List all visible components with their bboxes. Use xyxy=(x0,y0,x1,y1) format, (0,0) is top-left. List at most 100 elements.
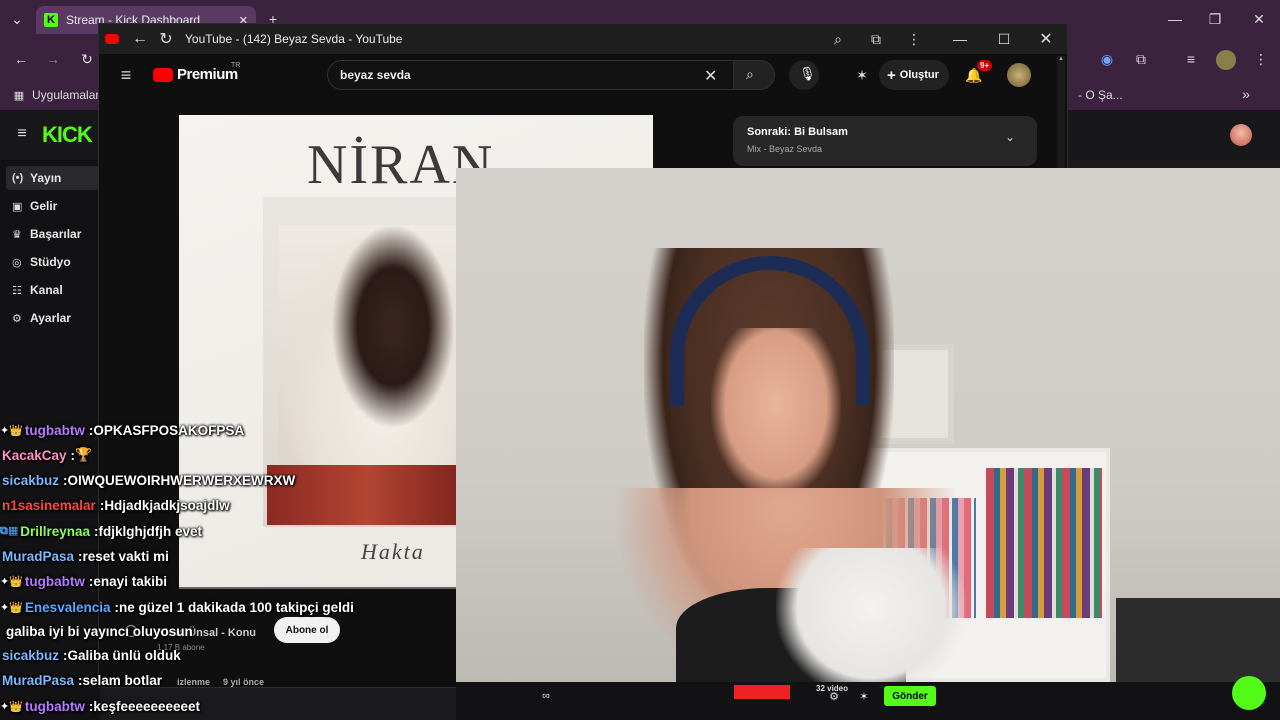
yt-search-button[interactable]: ⌕ xyxy=(733,60,775,90)
chat-message: KacakCay : 🏆 xyxy=(0,443,92,467)
kick-logo[interactable]: KICK xyxy=(42,122,93,148)
sidebar-item-gelir[interactable]: ▣ Gelir xyxy=(6,194,100,218)
forward-icon[interactable]: → xyxy=(44,50,62,68)
chat-badges: ⧉▦ xyxy=(0,525,19,537)
emote-icon[interactable]: ✶ xyxy=(856,688,872,704)
menu-kebab-icon[interactable]: ⋮ xyxy=(1252,50,1270,68)
chat-settings-icon[interactable]: ⚙ xyxy=(826,688,842,704)
sidebar-item-label: Başarılar xyxy=(30,227,82,241)
chat-username[interactable]: tugbabtw xyxy=(25,699,85,714)
sidebar-item-studyo[interactable]: ◎ Stüdyo xyxy=(6,250,100,274)
settings-gear-icon: ⚙ xyxy=(12,312,22,325)
more-bookmarks-icon[interactable]: » xyxy=(1238,86,1254,102)
yt-search-input[interactable]: beyaz sevda ✕ xyxy=(327,60,773,90)
extension-audio-icon[interactable]: ◉ xyxy=(1098,50,1116,68)
reload-icon[interactable]: ↻ xyxy=(78,50,96,68)
search-icon: ⌕ xyxy=(746,66,754,82)
yt-hamburger-icon[interactable]: ≡ xyxy=(117,65,135,85)
chat-username[interactable]: sicakbuz xyxy=(2,473,59,488)
chat-overlay: ✦👑 tugbabtw : OPKASFPOSAKOFPSA KacakCay :… xyxy=(0,418,460,720)
chat-message: ⧉▦ Drillreynaa : fdjklghjdfjh evet xyxy=(0,519,202,543)
studio-icon: ◎ xyxy=(12,256,22,269)
restore-icon[interactable]: ❐ xyxy=(1206,10,1224,28)
yt-sparkle-icon[interactable]: ✶ xyxy=(853,66,871,84)
region-code: TR xyxy=(231,62,241,69)
yt-minimize-icon[interactable]: — xyxy=(951,30,969,48)
back-icon[interactable]: ← xyxy=(12,50,30,68)
profile-avatar[interactable] xyxy=(1216,50,1236,70)
send-chat-button[interactable]: Gönder xyxy=(884,686,936,706)
hamburger-menu-icon[interactable]: ≡ xyxy=(14,125,30,142)
chat-text: OIWQUEWOIRHWERWERXEWRXW xyxy=(67,472,296,488)
create-button[interactable]: + Oluştur xyxy=(879,60,949,90)
chat-text: keşfeeeeeeeeeet xyxy=(93,698,201,714)
media-control-icon[interactable]: ≡ xyxy=(1182,50,1200,68)
chat-username[interactable]: tugbabtw xyxy=(25,423,85,438)
sidebar-item-ayarlar[interactable]: ⚙ Ayarlar xyxy=(6,306,100,330)
channel-icon: ☷ xyxy=(12,284,22,297)
youtube-logo-icon[interactable] xyxy=(153,68,173,82)
search-value: beyaz sevda xyxy=(340,68,411,82)
sidebar-item-kanal[interactable]: ☷ Kanal xyxy=(6,278,100,302)
chat-message: sicakbuz : Galiba ünlü olduk xyxy=(0,643,181,667)
yt-extensions-icon[interactable]: ⧉ xyxy=(867,30,885,48)
yt-back-icon[interactable]: ← xyxy=(131,30,149,48)
extensions-icon[interactable]: ⧉ xyxy=(1132,50,1150,68)
kick-bottom-bar: ∞ 32 video ⚙ ✶ Gönder xyxy=(456,682,1280,720)
kick-action-badge[interactable] xyxy=(1232,676,1266,710)
up-next-subtitle: Mix - Beyaz Sevda xyxy=(747,144,823,154)
yt-reload-icon[interactable]: ↻ xyxy=(157,30,175,48)
kick-favicon-icon: K xyxy=(44,13,58,27)
chat-username[interactable]: Enesvalencia xyxy=(25,600,111,615)
revenue-icon: ▣ xyxy=(12,200,23,213)
chat-text: selam botlar xyxy=(82,672,163,688)
chat-text: enayi takibi xyxy=(93,573,167,589)
chat-message: ✦👑 tugbabtw : enayi takibi xyxy=(0,569,167,593)
chat-username[interactable]: sicakbuz xyxy=(2,648,59,663)
bookmark-apps[interactable]: Uygulamalar xyxy=(32,88,99,102)
tab-search-icon[interactable]: ⌄ xyxy=(8,10,26,28)
youtube-window-title: YouTube - (142) Beyaz Sevda - YouTube xyxy=(185,32,403,46)
yt-maximize-icon[interactable]: ☐ xyxy=(995,30,1013,48)
kick-user-avatar[interactable] xyxy=(1230,124,1252,146)
chat-username[interactable]: MuradPasa xyxy=(2,673,74,688)
sofa xyxy=(1116,598,1280,682)
up-next-panel[interactable]: Sonraki: Bi Bulsam Mix - Beyaz Sevda ⌄ xyxy=(733,116,1037,166)
chat-username[interactable]: Drillreynaa xyxy=(20,524,90,539)
plus-icon: + xyxy=(887,66,896,84)
youtube-premium-logo[interactable]: Premium xyxy=(177,66,238,83)
chat-username[interactable]: KacakCay xyxy=(2,448,67,463)
bookmark-item[interactable]: - O Şa... xyxy=(1078,88,1123,102)
youtube-titlebar: ← ↻ YouTube - (142) Beyaz Sevda - YouTub… xyxy=(99,24,1067,54)
chat-username[interactable]: n1sasinemalar xyxy=(2,498,96,513)
streamer-knee xyxy=(776,548,966,682)
chat-text: OPKASFPOSAKOFPSA xyxy=(93,422,245,438)
yt-account-avatar[interactable] xyxy=(1007,63,1031,87)
clear-search-icon[interactable]: ✕ xyxy=(704,66,717,86)
chat-message: ✦👑 tugbabtw : keşfeeeeeeeeeet xyxy=(0,694,200,718)
chat-text: ne güzel 1 dakikada 100 takipçi geldi xyxy=(118,599,354,615)
chat-message: MuradPasa : reset vakti mi xyxy=(0,544,169,568)
voice-search-button[interactable]: 🎙 xyxy=(789,60,819,90)
chat-badges: ✦👑 xyxy=(0,700,23,713)
create-label: Oluştur xyxy=(899,69,939,81)
sidebar-item-yayin[interactable]: (•) Yayın xyxy=(6,166,100,190)
chat-message: MuradPasa : selam botlar xyxy=(0,668,162,692)
sidebar-item-label: Ayarlar xyxy=(30,311,71,325)
youtube-header: ≡ Premium TR beyaz sevda ✕ ⌕ 🎙 ✶ + Oluştu… xyxy=(99,54,1067,98)
sidebar-item-basarilar[interactable]: ♛ Başarılar xyxy=(6,222,100,246)
scroll-up-icon[interactable]: ▲ xyxy=(1058,56,1064,62)
microphone-icon: 🎙 xyxy=(799,66,816,81)
yt-close-icon[interactable]: ✕ xyxy=(1037,30,1055,48)
apps-grid-icon[interactable]: ▦ xyxy=(12,88,26,102)
chat-username[interactable]: MuradPasa xyxy=(2,549,74,564)
chat-username[interactable]: tugbabtw xyxy=(25,574,85,589)
sidebar-item-label: Stüdyo xyxy=(30,255,71,269)
minimize-icon[interactable]: — xyxy=(1166,10,1184,28)
yt-menu-icon[interactable]: ⋮ xyxy=(905,30,923,48)
link-icon[interactable]: ∞ xyxy=(534,688,558,704)
chevron-down-icon[interactable]: ⌄ xyxy=(1005,130,1015,144)
zoom-icon[interactable]: ⌕ xyxy=(829,30,847,48)
close-window-icon[interactable]: ✕ xyxy=(1250,10,1268,28)
chat-message: ✦👑 tugbabtw : OPKASFPOSAKOFPSA xyxy=(0,418,244,442)
